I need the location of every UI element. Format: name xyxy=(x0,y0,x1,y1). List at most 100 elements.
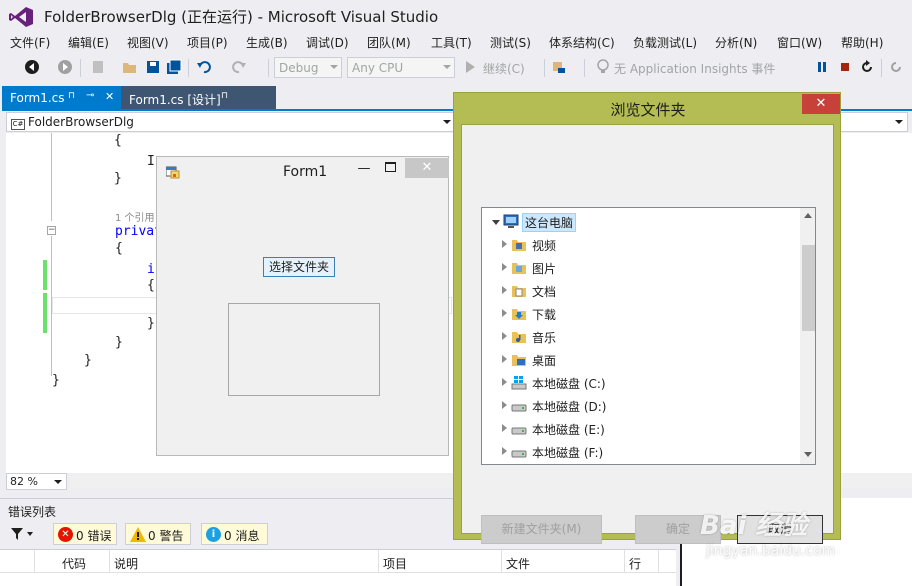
undo-icon[interactable] xyxy=(196,59,212,75)
filter-icon[interactable] xyxy=(10,527,34,541)
continue-icon[interactable] xyxy=(462,59,478,75)
redo-icon[interactable] xyxy=(231,59,247,75)
menu-edit[interactable]: 编辑(E) xyxy=(68,34,109,51)
messages-filter-button[interactable]: i0 消息 xyxy=(201,523,268,545)
restart-icon[interactable] xyxy=(859,59,875,75)
save-all-icon[interactable] xyxy=(166,59,182,75)
menu-tools[interactable]: 工具(T) xyxy=(431,34,472,51)
errors-filter-button[interactable]: ✕ 0 错误 xyxy=(53,523,117,545)
menu-file[interactable]: 文件(F) xyxy=(10,34,50,51)
column-description[interactable]: 说明 xyxy=(114,555,138,572)
baidu-watermark: Bai 经验 xyxy=(700,511,808,541)
collapsed-arrow-icon[interactable] xyxy=(502,286,507,294)
standard-toolbar: Debug Any CPU 继续(C) 无 Application Insigh… xyxy=(0,55,912,81)
tab-form1-cs[interactable]: Form1.cs ⊓ ⊸ ✕ xyxy=(2,86,121,110)
folder-tree[interactable]: 这台电脑 视频 图片 文档 下载 音乐 桌面 本地磁盘 (C:) 本地磁盘 (D:) 本地磁盘 (… xyxy=(481,207,816,465)
videos-folder-icon xyxy=(512,240,526,251)
tree-item-label: 图片 xyxy=(532,262,557,276)
navigate-back-icon[interactable] xyxy=(24,59,40,75)
tree-item-label: 本地磁盘 (E:) xyxy=(532,423,605,437)
collapsed-arrow-icon[interactable] xyxy=(502,240,507,248)
select-folder-button[interactable]: 选择文件夹 xyxy=(263,257,335,277)
expanded-arrow-icon[interactable] xyxy=(492,220,500,225)
member-navigation-dropdown[interactable] xyxy=(838,112,908,132)
collapsed-arrow-icon[interactable] xyxy=(502,378,507,386)
dialog-client-area: 这台电脑 视频 图片 文档 下载 音乐 桌面 本地磁盘 (C:) 本地磁盘 (D:) 本地磁盘 (… xyxy=(461,124,834,544)
warnings-filter-button[interactable]: 0 警告 xyxy=(125,523,191,545)
close-icon[interactable]: ✕ xyxy=(802,94,840,114)
vs-titlebar: FolderBrowserDlg (正在运行) - Microsoft Visu… xyxy=(0,0,912,32)
watermark-url: jingyan.baidu.com xyxy=(706,543,836,559)
error-icon: ✕ xyxy=(58,527,73,542)
collapsed-arrow-icon[interactable] xyxy=(502,401,507,409)
solution-platform-select[interactable]: Any CPU xyxy=(347,57,455,78)
tree-item-label: 这台电脑 xyxy=(522,213,577,232)
collapsed-arrow-icon[interactable] xyxy=(502,447,507,455)
menu-view[interactable]: 视图(V) xyxy=(127,34,169,51)
zoom-level-dropdown[interactable]: 82 % xyxy=(6,473,67,490)
pause-icon[interactable] xyxy=(814,59,830,75)
maximize-icon[interactable] xyxy=(385,162,396,172)
menu-team[interactable]: 团队(M) xyxy=(367,34,411,51)
continue-button[interactable]: 继续(C) xyxy=(483,60,525,77)
menu-window[interactable]: 窗口(W) xyxy=(777,34,822,51)
collapsed-arrow-icon[interactable] xyxy=(502,332,507,340)
code-line: } xyxy=(84,353,92,368)
column-code[interactable]: 代码 xyxy=(62,555,86,572)
form-app-icon xyxy=(166,166,180,179)
pin-icon[interactable]: ⊓ xyxy=(221,91,228,101)
column-file[interactable]: 文件 xyxy=(506,555,530,572)
show-next-statement-icon[interactable] xyxy=(888,59,904,75)
tree-item-label: 下载 xyxy=(532,308,557,322)
column-line[interactable]: 行 xyxy=(629,555,641,572)
collapse-icon[interactable]: − xyxy=(47,226,56,235)
menu-test[interactable]: 测试(S) xyxy=(490,34,531,51)
menu-build[interactable]: 生成(B) xyxy=(246,34,288,51)
code-line: } xyxy=(147,316,155,331)
scrollbar-thumb[interactable] xyxy=(802,245,815,331)
solution-config-select[interactable]: Debug xyxy=(274,57,342,78)
scroll-down-icon[interactable] xyxy=(804,452,812,457)
type-navigation-dropdown[interactable]: C# FolderBrowserDlg xyxy=(6,112,456,132)
close-icon[interactable]: ✕ xyxy=(405,158,449,178)
path-textbox[interactable] xyxy=(228,303,380,396)
collapsed-arrow-icon[interactable] xyxy=(502,424,507,432)
tab-form1-design[interactable]: Form1.cs [设计] ⊓ xyxy=(121,86,276,110)
navigate-forward-icon[interactable] xyxy=(57,59,73,75)
menu-help[interactable]: 帮助(H) xyxy=(841,34,883,51)
minimize-icon[interactable]: — xyxy=(357,161,371,177)
csharp-file-icon: C# xyxy=(11,119,25,130)
collapsed-arrow-icon[interactable] xyxy=(502,263,507,271)
find-icon[interactable] xyxy=(551,59,567,75)
scroll-up-icon[interactable] xyxy=(804,213,812,218)
computer-icon xyxy=(503,214,519,228)
drive-icon xyxy=(511,404,527,412)
pin-icon[interactable]: ⊓ xyxy=(68,91,75,101)
error-list-body xyxy=(0,573,676,586)
menu-architecture[interactable]: 体系结构(C) xyxy=(549,34,615,51)
keep-open-icon[interactable]: ⊸ xyxy=(86,90,94,101)
column-project[interactable]: 项目 xyxy=(383,555,407,572)
menu-project[interactable]: 项目(P) xyxy=(187,34,228,51)
stop-icon[interactable] xyxy=(837,59,853,75)
code-line: { xyxy=(115,241,123,256)
code-line: privat xyxy=(115,224,162,239)
visual-studio-logo-icon xyxy=(9,7,33,27)
codelens-references[interactable]: 1 个引用 xyxy=(115,209,155,224)
application-insights-icon[interactable] xyxy=(595,59,611,75)
open-file-icon[interactable] xyxy=(122,59,138,75)
new-folder-button[interactable]: 新建文件夹(M) xyxy=(481,515,602,544)
close-icon[interactable]: ✕ xyxy=(105,90,114,103)
collapsed-arrow-icon[interactable] xyxy=(502,355,507,363)
code-line: I xyxy=(147,154,155,169)
info-icon: i xyxy=(206,527,221,542)
save-icon[interactable] xyxy=(145,59,161,75)
application-insights-status[interactable]: 无 Application Insights 事件 xyxy=(614,60,775,77)
menu-load-test[interactable]: 负载测试(L) xyxy=(633,34,697,51)
menu-debug[interactable]: 调试(D) xyxy=(306,34,349,51)
browse-folder-dialog: 浏览文件夹 ✕ 这台电脑 视频 图片 文档 下载 音乐 桌面 本地磁盘 (C:) 本地磁盘 (D… xyxy=(453,92,841,544)
tree-item-label: 本地磁盘 (D:) xyxy=(532,400,607,414)
new-project-icon[interactable] xyxy=(90,59,106,75)
menu-analyze[interactable]: 分析(N) xyxy=(715,34,757,51)
collapsed-arrow-icon[interactable] xyxy=(502,309,507,317)
